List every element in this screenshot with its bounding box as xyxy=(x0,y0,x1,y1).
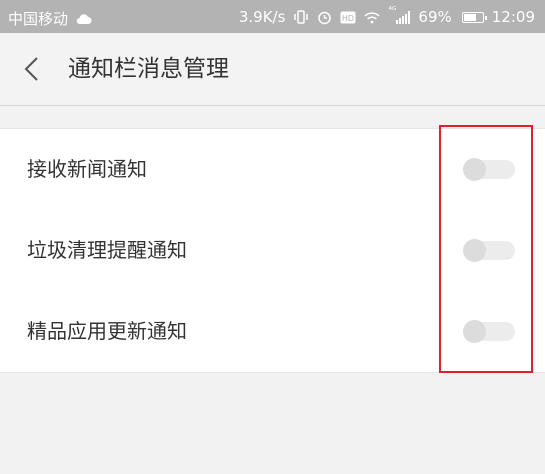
app-header: 通知栏消息管理 xyxy=(0,33,545,106)
battery-level-fill xyxy=(463,13,476,21)
svg-text:HD: HD xyxy=(342,14,354,23)
alarm-icon xyxy=(317,10,332,25)
carrier-name: 中国移动 xyxy=(8,10,69,28)
status-bar: 中国移动 3.9K/s HD ⁴ᴳ 69% 12:09 xyxy=(0,0,545,33)
cloud-icon xyxy=(76,13,92,25)
setting-item-news-notification: 接收新闻通知 xyxy=(0,129,545,210)
vibrate-icon xyxy=(293,10,309,24)
back-button[interactable] xyxy=(22,57,42,81)
app-update-notification-toggle[interactable] xyxy=(463,320,517,343)
chevron-left-icon xyxy=(24,57,38,81)
news-notification-toggle[interactable] xyxy=(463,158,517,181)
status-bar-left: 中国移动 xyxy=(8,8,92,29)
signal-type-label: ⁴ᴳ xyxy=(388,6,397,16)
toggle-knob xyxy=(463,158,486,181)
setting-label: 垃圾清理提醒通知 xyxy=(27,238,187,262)
battery-icon xyxy=(461,11,487,23)
status-bar-right: 3.9K/s HD ⁴ᴳ 69% 12:09 xyxy=(231,6,535,26)
clock-time: 12:09 xyxy=(491,8,535,26)
page-title: 通知栏消息管理 xyxy=(68,56,229,82)
network-speed: 3.9K/s xyxy=(238,8,286,26)
setting-item-cleanup-reminder: 垃圾清理提醒通知 xyxy=(0,210,545,291)
toggle-knob xyxy=(463,239,486,262)
setting-label: 精品应用更新通知 xyxy=(27,319,187,343)
toggle-knob xyxy=(463,320,486,343)
battery-percent: 69% xyxy=(418,8,452,26)
setting-label: 接收新闻通知 xyxy=(27,157,147,181)
notification-settings-list: 接收新闻通知 垃圾清理提醒通知 精品应用更新通知 xyxy=(0,128,545,373)
wifi-icon xyxy=(364,11,380,24)
hd-icon: HD xyxy=(340,11,356,24)
setting-item-app-update-notification: 精品应用更新通知 xyxy=(0,291,545,372)
signal-icon: ⁴ᴳ xyxy=(388,6,411,24)
cleanup-reminder-toggle[interactable] xyxy=(463,239,517,262)
